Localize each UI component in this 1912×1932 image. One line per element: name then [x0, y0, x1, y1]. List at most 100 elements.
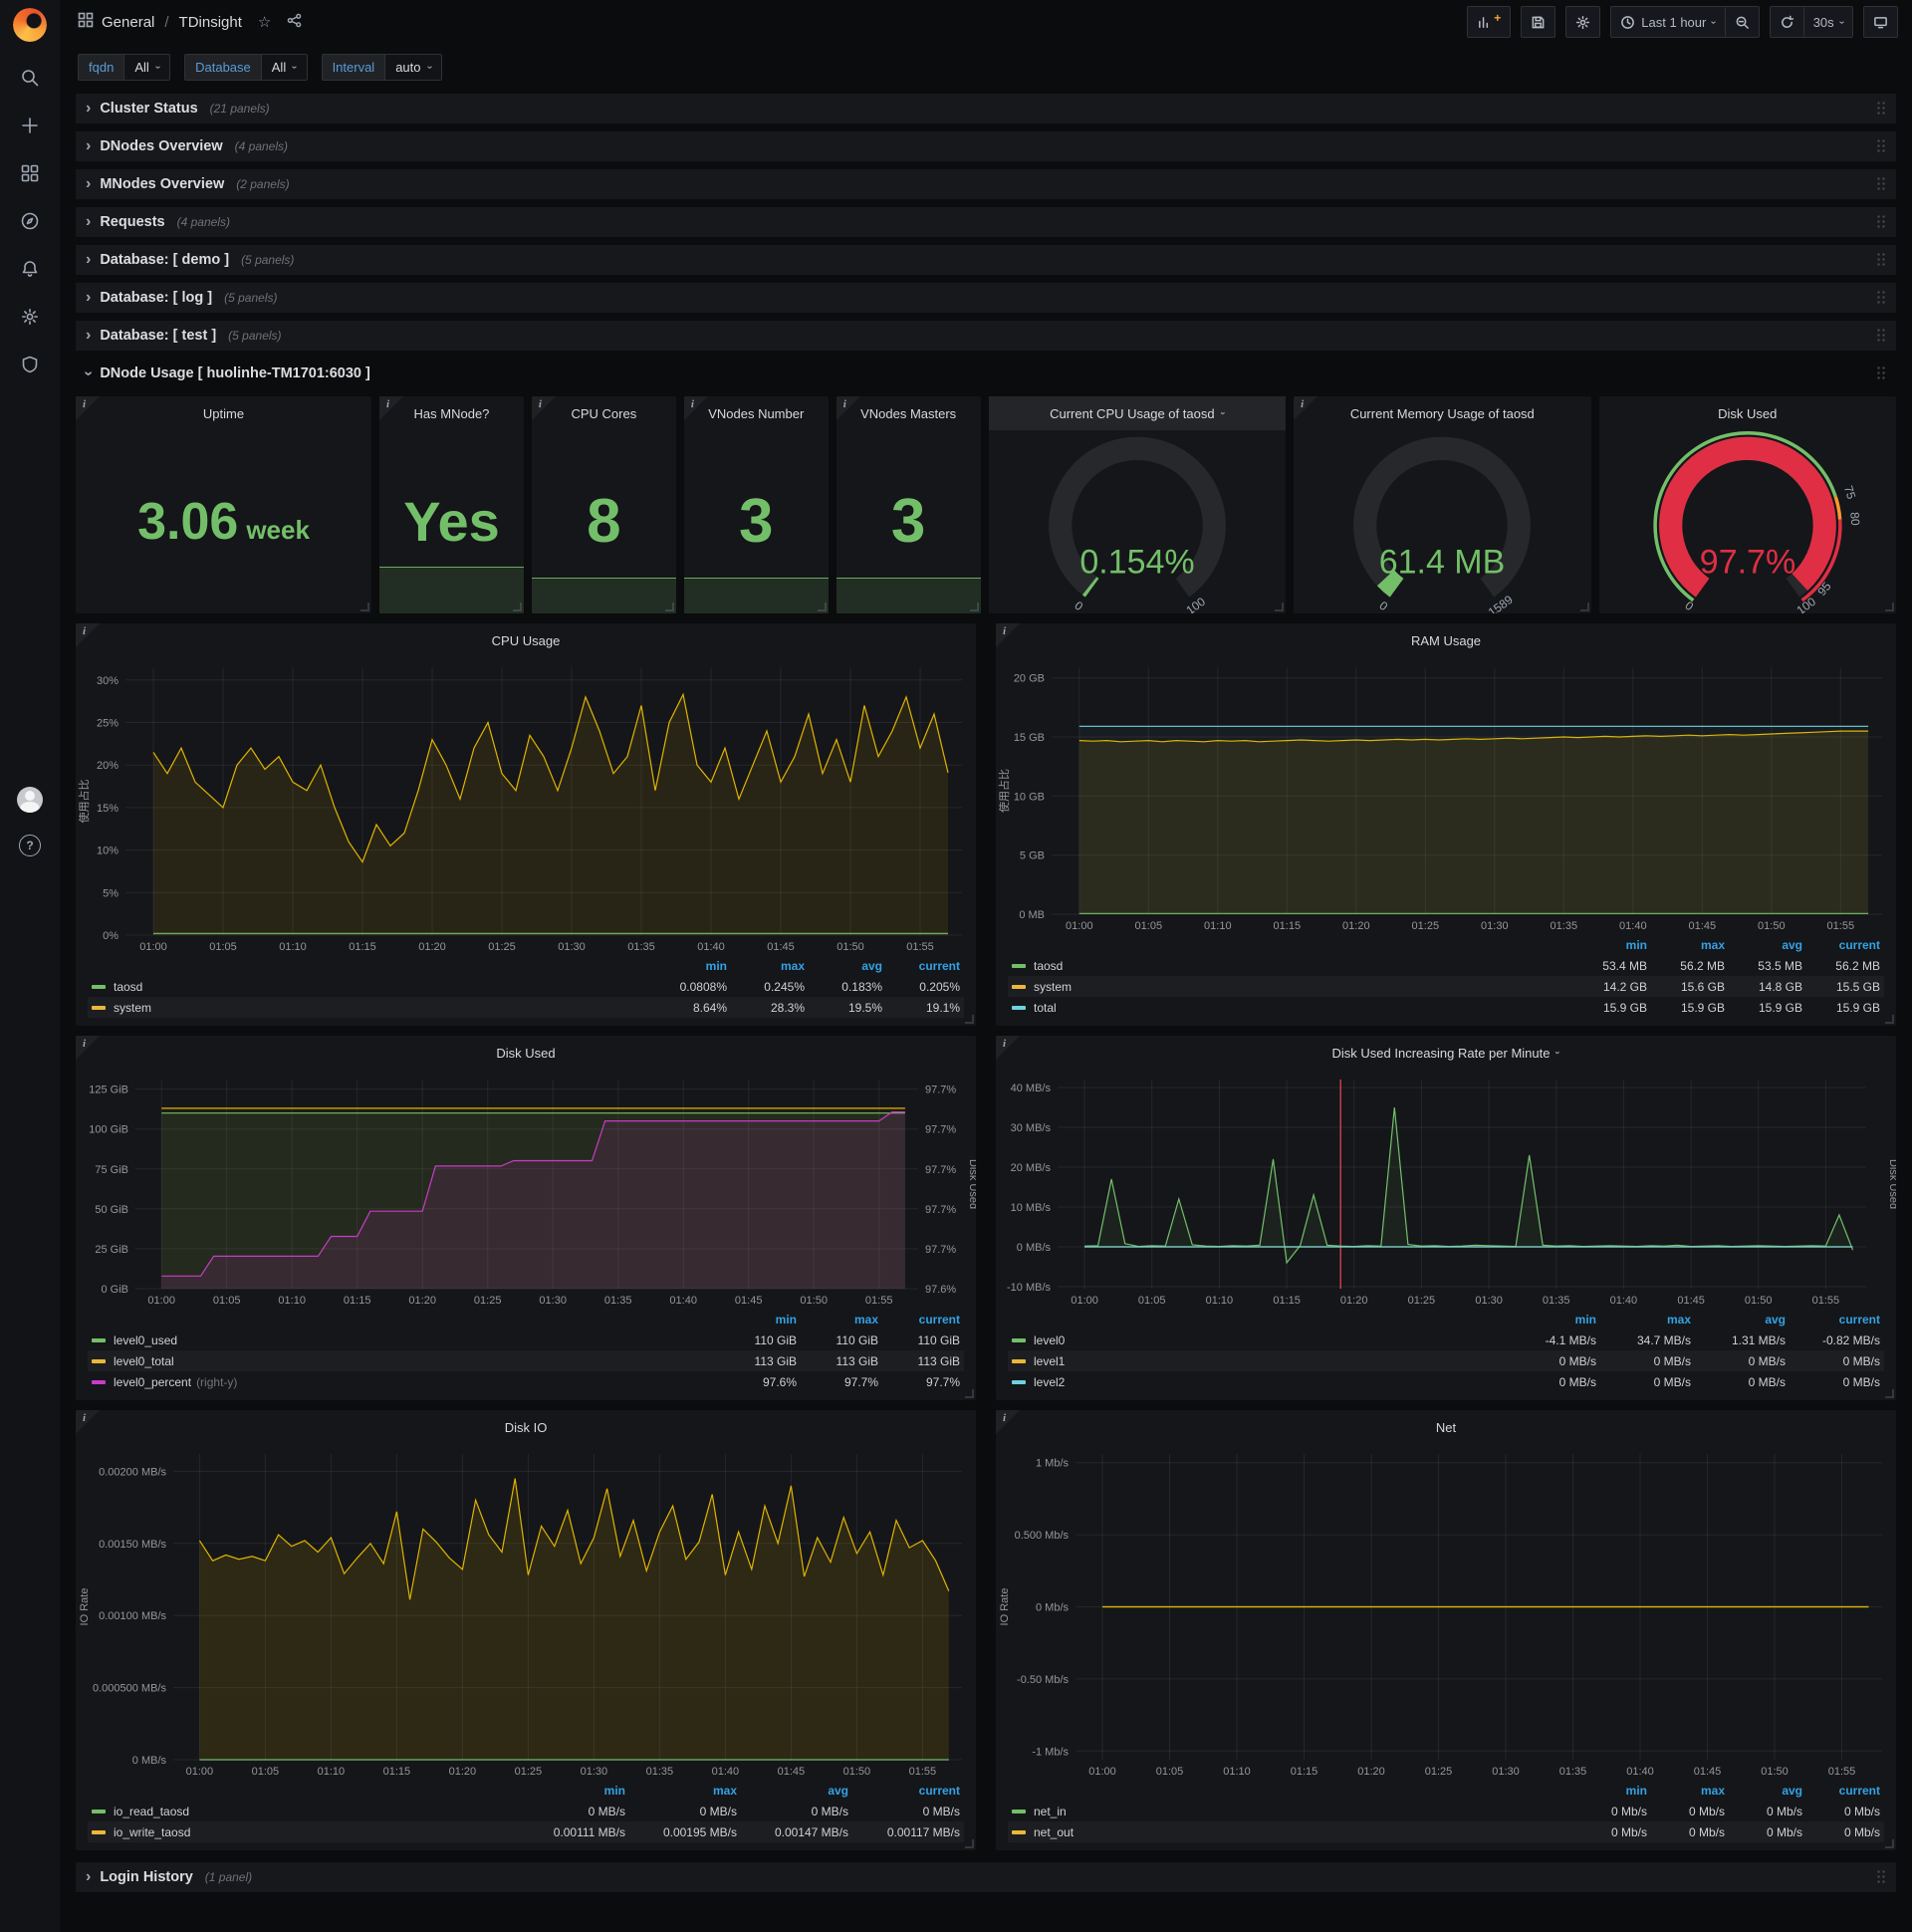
dashboard-row-header[interactable]: › Requests (4 panels)	[76, 207, 1896, 237]
legend-column-header[interactable]: current	[878, 1313, 960, 1327]
legend-column-header[interactable]: current	[1802, 1784, 1880, 1798]
legend-column-header[interactable]: max	[727, 959, 805, 973]
dashboard-row-header[interactable]: › Database: [ test ] (5 panels)	[76, 321, 1896, 351]
chart-canvas[interactable]: 0 GiB 25 GiB 50 GiB 75 GiB 100 GiB 125 GiB 97.…	[76, 1070, 979, 1309]
panel-header[interactable]: Uptime	[76, 396, 371, 430]
legend-column-header[interactable]: min	[1502, 1313, 1596, 1327]
panel-title[interactable]: CPU Cores	[571, 406, 636, 421]
variable-database-value[interactable]: All ›	[260, 53, 308, 81]
legend-column-header[interactable]: max	[1647, 938, 1725, 952]
help-icon[interactable]: ?	[19, 835, 41, 856]
legend-column-header[interactable]: current	[882, 959, 960, 973]
panel-header[interactable]: Current Memory Usage of taosd	[1294, 396, 1590, 430]
chart-canvas[interactable]: 0 MB/s 0.000500 MB/s 0.00100 MB/s 0.00150 M…	[76, 1444, 976, 1780]
legend-column-header[interactable]: max	[1596, 1313, 1691, 1327]
panel-title[interactable]: VNodes Number	[708, 406, 804, 421]
dashboard-row-header[interactable]: › Login History (1 panel)	[76, 1862, 1896, 1892]
dashboard-row-header[interactable]: › Database: [ log ] (5 panels)	[76, 283, 1896, 313]
chart-canvas[interactable]: 0 MB 5 GB 10 GB 15 GB 20 GB 01:00 01:05 01:10 01…	[996, 657, 1896, 934]
legend-column-header[interactable]: min	[1569, 938, 1647, 952]
panel-title[interactable]: Uptime	[203, 406, 244, 421]
row-drag-handle-icon[interactable]	[1876, 290, 1886, 306]
share-icon[interactable]	[287, 13, 302, 32]
legend-column-header[interactable]: avg	[1691, 1313, 1786, 1327]
row-title[interactable]: Login History	[100, 1869, 192, 1885]
row-drag-handle-icon[interactable]	[1876, 214, 1886, 230]
legend-series-label[interactable]: level2	[1034, 1375, 1502, 1389]
legend-series-label[interactable]: level0_percent (right-y)	[114, 1375, 715, 1389]
panel-header[interactable]: Disk Used	[76, 1036, 976, 1070]
row-drag-handle-icon[interactable]	[1876, 101, 1886, 117]
zoom-out-button[interactable]	[1724, 7, 1759, 37]
dashboard-row-header[interactable]: › MNodes Overview (2 panels)	[76, 169, 1896, 199]
add-panel-button[interactable]: +	[1467, 6, 1512, 38]
panel-header[interactable]: Disk Used	[1599, 396, 1896, 430]
row-title[interactable]: DNode Usage [ huolinhe-TM1701:6030 ]	[100, 365, 370, 381]
legend-column-header[interactable]: current	[848, 1784, 960, 1798]
legend-series-label[interactable]: system	[114, 1001, 649, 1015]
legend-series-label[interactable]: io_read_taosd	[114, 1805, 514, 1818]
time-range-button[interactable]: Last 1 hour ›	[1611, 7, 1725, 37]
row-drag-handle-icon[interactable]	[1876, 176, 1886, 192]
row-title[interactable]: Database: [ demo ]	[100, 252, 229, 268]
panel-header[interactable]: Net	[996, 1410, 1896, 1444]
row-drag-handle-icon[interactable]	[1876, 1869, 1886, 1885]
dashboard-row-header[interactable]: › DNodes Overview (4 panels)	[76, 131, 1896, 161]
panel-header[interactable]: Disk Used Increasing Rate per Minute ›	[996, 1036, 1896, 1070]
dashboard-row-header[interactable]: › Cluster Status (21 panels)	[76, 94, 1896, 123]
refresh-interval-button[interactable]: 30s ›	[1802, 7, 1852, 37]
row-drag-handle-icon[interactable]	[1876, 252, 1886, 268]
panel-title[interactable]: Current Memory Usage of taosd	[1350, 406, 1535, 421]
panel-header[interactable]: RAM Usage	[996, 623, 1896, 657]
legend-column-header[interactable]: avg	[737, 1784, 848, 1798]
panel-title[interactable]: CPU Usage	[492, 633, 561, 648]
add-icon[interactable]	[20, 116, 40, 135]
legend-series-label[interactable]: level1	[1034, 1354, 1502, 1368]
row-drag-handle-icon[interactable]	[1876, 138, 1886, 154]
dashboard-settings-button[interactable]	[1565, 6, 1601, 38]
chart-canvas[interactable]: 0% 5% 10% 15% 20% 25% 30% 01:00 01:05 01:10 01:15 0…	[76, 657, 976, 955]
chart-canvas[interactable]: -10 MB/s 0 MB/s 10 MB/s 20 MB/s 30 MB/s 40 MB…	[996, 1070, 1899, 1309]
star-icon[interactable]: ☆	[258, 13, 271, 31]
row-drag-handle-icon[interactable]	[1876, 328, 1886, 344]
row-title[interactable]: MNodes Overview	[100, 176, 224, 192]
row-title[interactable]: Database: [ log ]	[100, 290, 212, 306]
row-title[interactable]: Cluster Status	[100, 101, 197, 117]
panel-title[interactable]: RAM Usage	[1411, 633, 1481, 648]
legend-series-label[interactable]: taosd	[114, 980, 649, 994]
row-title[interactable]: DNodes Overview	[100, 138, 222, 154]
legend-column-header[interactable]: avg	[1725, 1784, 1802, 1798]
refresh-button[interactable]	[1770, 7, 1803, 37]
dashboard-row-header[interactable]: › DNode Usage [ huolinhe-TM1701:6030 ]	[76, 359, 1896, 388]
search-icon[interactable]	[20, 68, 40, 88]
row-title[interactable]: Requests	[100, 214, 164, 230]
legend-column-header[interactable]: min	[514, 1784, 625, 1798]
cycle-view-button[interactable]	[1863, 6, 1898, 38]
panel-header[interactable]: Has MNode?	[379, 396, 524, 430]
variable-fqdn[interactable]: fqdn All ›	[78, 53, 171, 81]
legend-column-header[interactable]: min	[1569, 1784, 1647, 1798]
panel-header[interactable]: CPU Cores	[532, 396, 676, 430]
grafana-logo-icon[interactable]	[13, 8, 47, 42]
dashboards-icon[interactable]	[20, 163, 40, 183]
legend-series-label[interactable]: level0_used	[114, 1333, 715, 1347]
variable-database[interactable]: Database All ›	[184, 53, 308, 81]
legend-series-label[interactable]: net_out	[1034, 1825, 1569, 1839]
panel-header[interactable]: CPU Usage	[76, 623, 976, 657]
row-drag-handle-icon[interactable]	[1876, 365, 1886, 381]
server-admin-icon[interactable]	[20, 355, 40, 374]
panel-title[interactable]: Disk Used	[1718, 406, 1777, 421]
legend-series-label[interactable]: io_write_taosd	[114, 1825, 514, 1839]
panel-header[interactable]: VNodes Number	[684, 396, 829, 430]
legend-column-header[interactable]: current	[1786, 1313, 1880, 1327]
chart-canvas[interactable]: -1 Mb/s -0.50 Mb/s 0 Mb/s 0.500 Mb/s 1 Mb/s 0…	[996, 1444, 1896, 1780]
row-title[interactable]: Database: [ test ]	[100, 328, 216, 344]
legend-series-label[interactable]: taosd	[1034, 959, 1569, 973]
legend-series-label[interactable]: total	[1034, 1001, 1569, 1015]
panel-title[interactable]: Disk IO	[505, 1420, 548, 1435]
explore-icon[interactable]	[20, 211, 40, 231]
panel-title[interactable]: Disk Used Increasing Rate per Minute	[1332, 1046, 1551, 1061]
legend-column-header[interactable]: max	[1647, 1784, 1725, 1798]
panel-header[interactable]: Disk IO	[76, 1410, 976, 1444]
legend-series-label[interactable]: system	[1034, 980, 1569, 994]
